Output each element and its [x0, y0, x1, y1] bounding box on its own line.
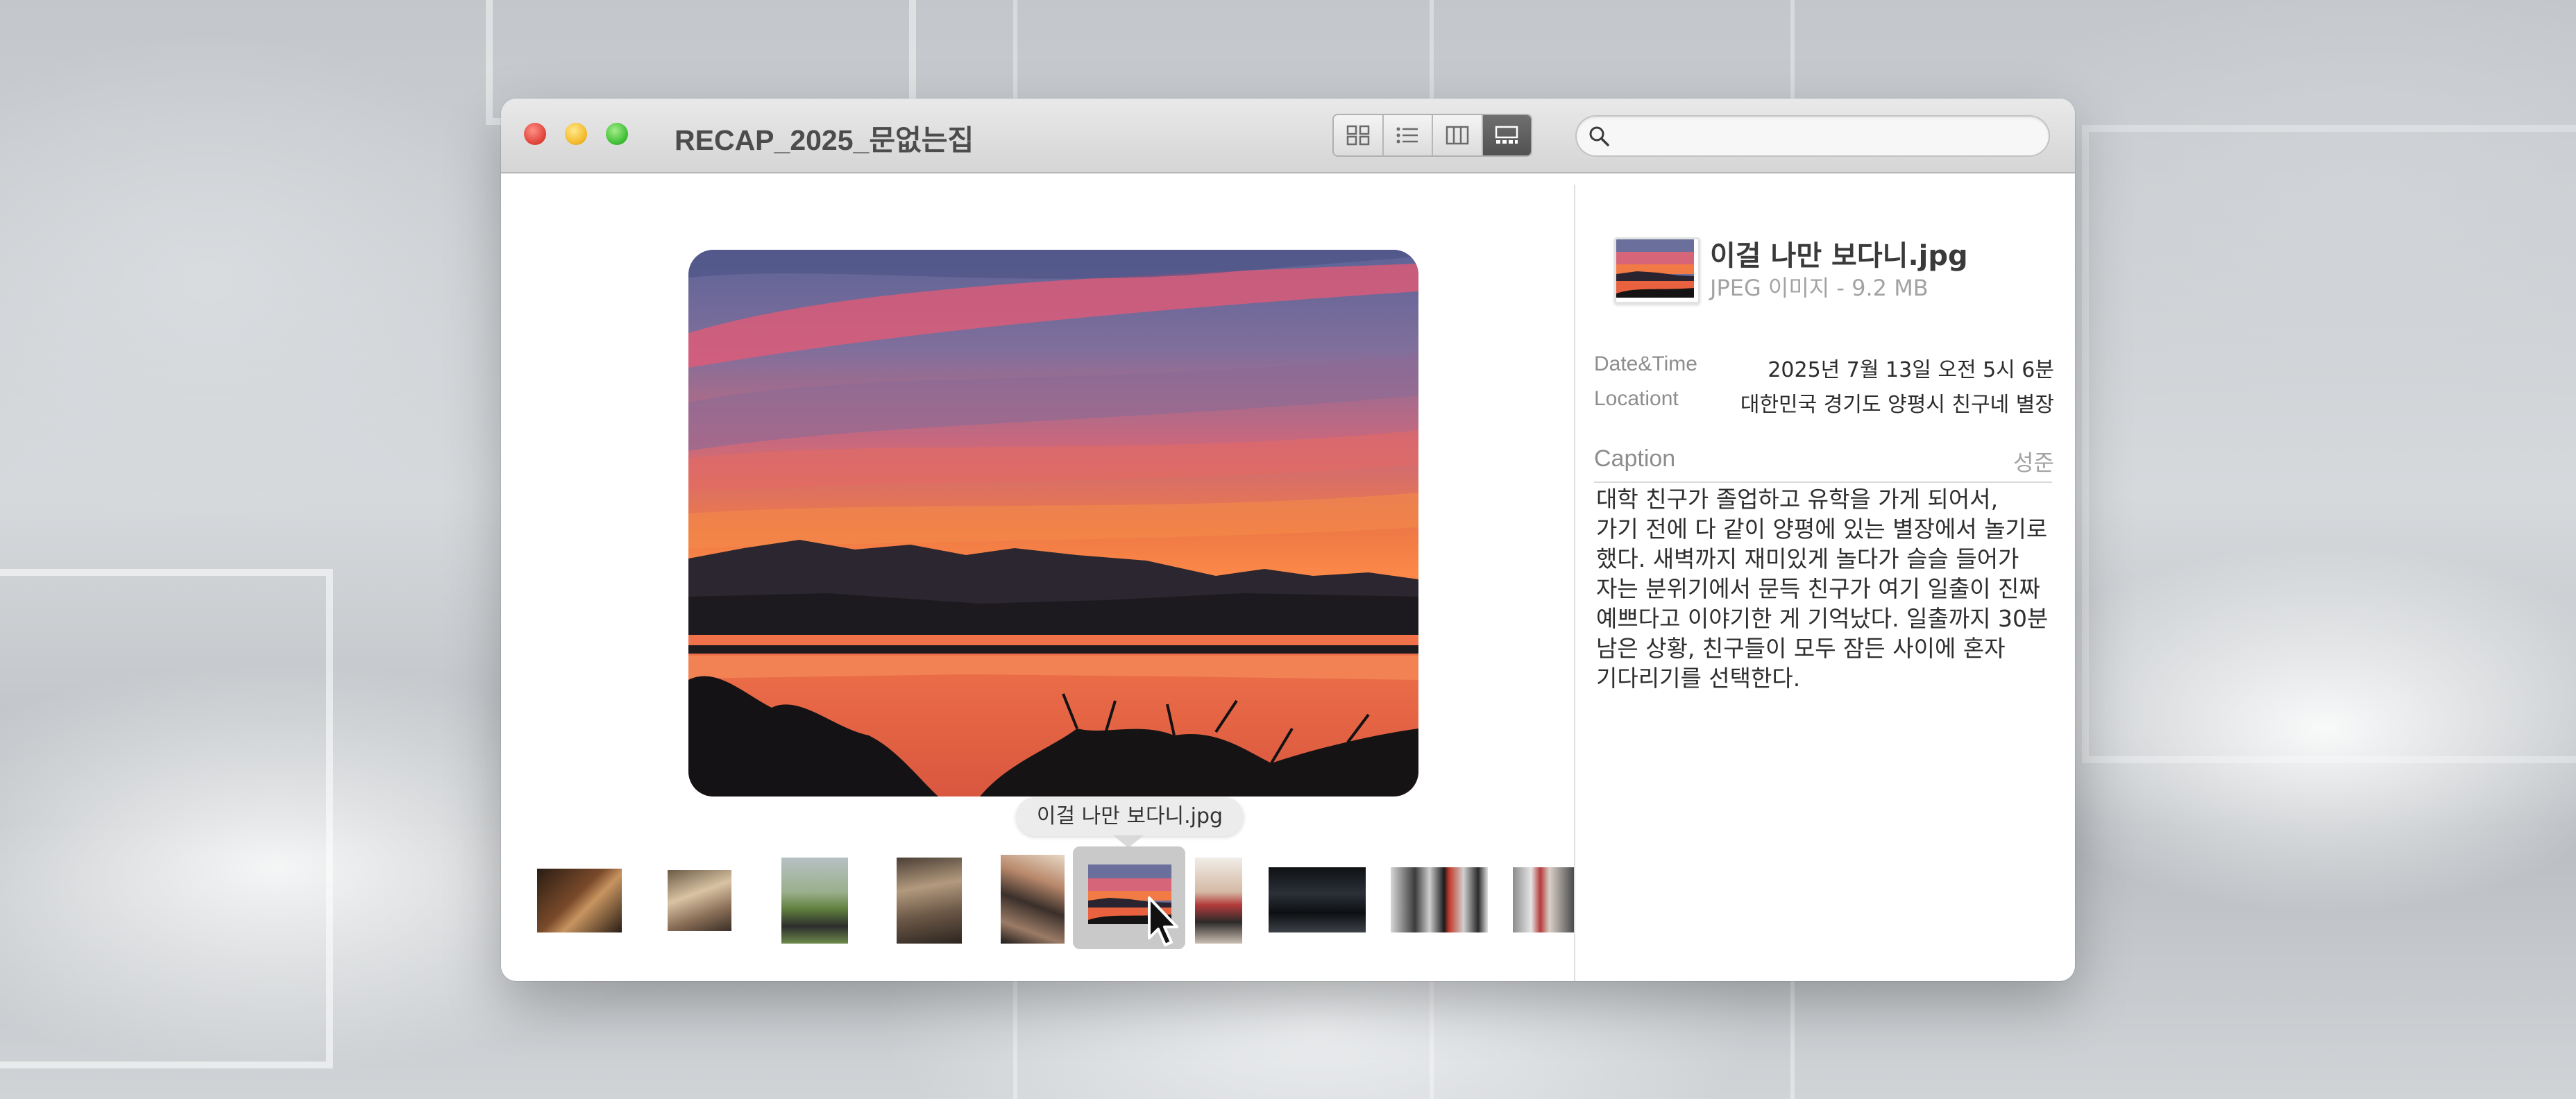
- zoom-button[interactable]: [606, 123, 628, 145]
- caption-author: 성준: [2013, 450, 2054, 476]
- minimize-button[interactable]: [565, 123, 587, 145]
- grid-icon: [1346, 125, 1369, 146]
- filename-tooltip: 이걸 나만 보다니.jpg: [1016, 797, 1244, 848]
- search-icon: [1589, 126, 1609, 146]
- close-button[interactable]: [524, 123, 546, 145]
- thumbnail[interactable]: [668, 870, 731, 931]
- column-view-button[interactable]: [1433, 115, 1483, 155]
- thumbnail[interactable]: [537, 869, 622, 932]
- mouse-pointer-icon: [1148, 896, 1178, 946]
- datetime-value: 2025년 7월 13일 오전 5시 6분: [1768, 358, 2054, 382]
- title-bar: RECAP_2025_문없는집: [501, 99, 2075, 173]
- finder-window: RECAP_2025_문없는집 이걸 나만 보다니.jpg 이걸 나만 보다니.…: [501, 99, 2075, 981]
- caption-text[interactable]: 대학 친구가 졸업하고 유학을 가게 되어서, 가기 전에 다 같이 양평에 있…: [1596, 484, 2060, 693]
- file-kind-size: JPEG 이미지 - 9.2 MB: [1710, 275, 1929, 301]
- sidebar-divider: [1574, 185, 1575, 981]
- thumbnail[interactable]: [781, 858, 848, 944]
- window-title: RECAP_2025_문없는집: [675, 124, 974, 156]
- thumbnail[interactable]: [1001, 855, 1065, 944]
- location-label: Locationt: [1594, 387, 1679, 410]
- gallery-view-button[interactable]: [1482, 115, 1531, 155]
- columns-icon: [1446, 126, 1468, 145]
- search-input[interactable]: [1618, 121, 2037, 150]
- list-icon: [1396, 127, 1418, 144]
- search-field[interactable]: [1575, 115, 2050, 157]
- file-name: 이걸 나만 보다니.jpg: [1710, 240, 1968, 272]
- thumbnail[interactable]: [897, 858, 962, 944]
- icon-view-button[interactable]: [1334, 115, 1384, 155]
- caption-separator: [1594, 482, 2052, 483]
- file-preview-thumbnail: [1614, 237, 1700, 304]
- view-mode-switcher: [1332, 114, 1532, 157]
- thumbnail[interactable]: [1391, 867, 1488, 932]
- caption-label: Caption: [1594, 445, 1676, 472]
- gallery-icon: [1495, 126, 1518, 144]
- thumbnail[interactable]: [1513, 867, 1574, 932]
- list-view-button[interactable]: [1383, 115, 1433, 155]
- location-value: 대한민국 경기도 양평시 친구네 별장: [1740, 393, 2054, 417]
- datetime-label: Date&Time: [1594, 352, 1697, 375]
- main-preview-image: [688, 250, 1418, 796]
- thumbnail[interactable]: [1269, 867, 1366, 932]
- thumbnail[interactable]: [1195, 858, 1242, 944]
